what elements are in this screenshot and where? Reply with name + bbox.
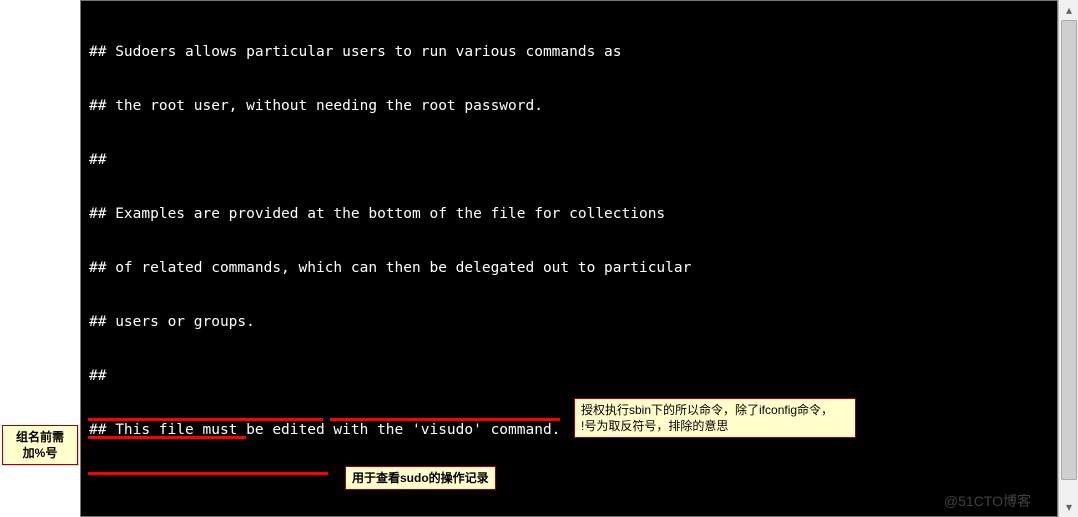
file-line: ## Sudoers allows particular users to ru… (89, 43, 1049, 61)
scroll-track[interactable] (1059, 20, 1078, 497)
callout-line: 授权执行sbin下的所以命令，除了ifconfig命令， (581, 402, 849, 418)
underline-sbin-ifconfig (330, 418, 560, 421)
underline-cmnd-alias (88, 418, 323, 421)
vertical-scrollbar[interactable]: ▴ ▾ (1058, 0, 1078, 517)
file-line: ## users or groups. (89, 313, 1049, 331)
file-line (89, 475, 1049, 493)
watermark-text: @51CTO博客 (944, 492, 1031, 510)
callout-sbin-explain: 授权执行sbin下的所以命令，除了ifconfig命令， !号为取反符号，排除的… (574, 398, 856, 438)
file-line: ## (89, 151, 1049, 169)
callout-group-percent: 组名前需加%号 (2, 425, 78, 465)
underline-defaults-logfile (88, 472, 328, 475)
file-line: ## Examples are provided at the bottom o… (89, 205, 1049, 223)
scroll-thumb[interactable] (1061, 20, 1077, 480)
file-line: ## of related commands, which can then b… (89, 259, 1049, 277)
file-line: ## the root user, without needing the ro… (89, 97, 1049, 115)
scroll-down-button[interactable]: ▾ (1059, 497, 1078, 517)
file-line: ## (89, 367, 1049, 385)
callout-line: !号为取反符号，排除的意思 (581, 418, 849, 434)
page-root: ## Sudoers allows particular users to ru… (0, 0, 1078, 517)
terminal-window[interactable]: ## Sudoers allows particular users to ru… (80, 0, 1058, 517)
scroll-up-button[interactable]: ▴ (1059, 0, 1078, 20)
callout-logfile-explain: 用于查看sudo的操作记录 (345, 466, 496, 490)
underline-admins-rule (88, 436, 246, 439)
